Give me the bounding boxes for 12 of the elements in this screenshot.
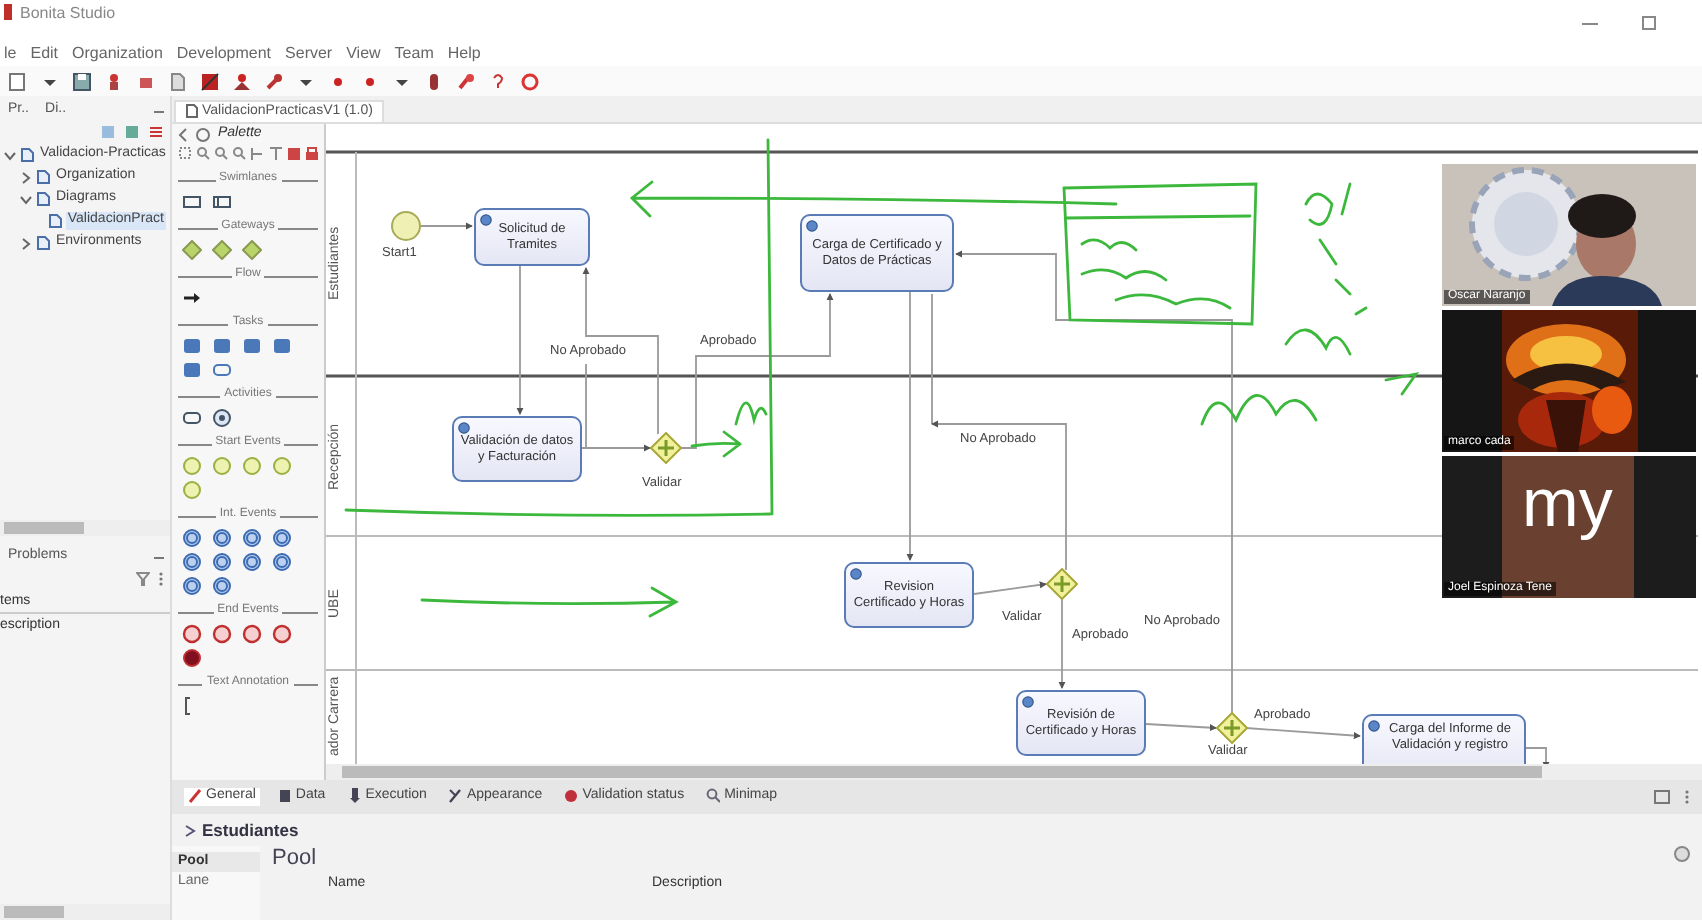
window-title: Bonita Studio bbox=[20, 4, 116, 24]
menu-item[interactable]: Team bbox=[394, 43, 434, 63]
section-title: Estudiantes bbox=[202, 819, 299, 841]
menu-item[interactable]: Server bbox=[285, 43, 333, 63]
menu-item[interactable]: Help bbox=[447, 43, 481, 63]
panel-heading: Pool bbox=[272, 846, 317, 873]
menu-item[interactable]: Development bbox=[176, 43, 272, 63]
avatar-initials: my bbox=[1522, 464, 1613, 544]
menu-item[interactable]: Edit bbox=[30, 43, 59, 63]
menu-item[interactable]: View bbox=[346, 43, 381, 63]
menu-item[interactable]: Organization bbox=[72, 43, 163, 63]
menu-item[interactable]: le bbox=[4, 43, 17, 63]
